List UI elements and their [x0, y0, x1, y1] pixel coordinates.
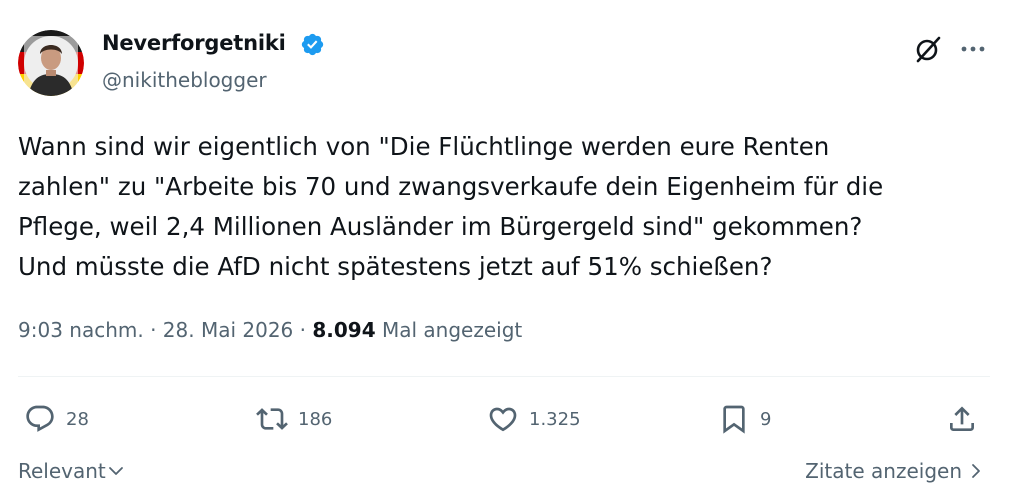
view-quotes-link[interactable]: Zitate anzeigen: [805, 459, 984, 483]
author-handle[interactable]: @nikitheblogger: [102, 68, 267, 92]
meta-separator: ·: [299, 318, 307, 342]
tweet-date[interactable]: 28. Mai 2026: [163, 318, 294, 342]
sort-dropdown[interactable]: Relevant: [18, 459, 125, 483]
verified-badge-icon[interactable]: [300, 32, 325, 57]
bookmark-button[interactable]: 9: [718, 402, 771, 436]
display-name[interactable]: Neverforgetniki: [102, 31, 286, 55]
repost-count: 186: [298, 408, 333, 430]
chevron-right-icon: [972, 464, 980, 478]
share-icon: [950, 406, 974, 431]
reply-icon: [26, 405, 54, 432]
tweet-text: Wann sind wir eigentlich von "Die Flücht…: [18, 132, 884, 281]
meta-separator: ·: [150, 318, 157, 342]
bookmark-count: 9: [760, 408, 772, 430]
repost-button[interactable]: 186: [256, 402, 332, 436]
grok-icon[interactable]: [913, 34, 943, 64]
divider: [18, 376, 990, 377]
chevron-down-icon: [108, 467, 123, 475]
like-icon: [489, 407, 517, 432]
like-button[interactable]: 1.325: [487, 402, 581, 436]
sort-label: Relevant: [18, 459, 106, 483]
bookmark-icon: [723, 405, 745, 434]
reply-count: 28: [66, 408, 89, 430]
tweet-time[interactable]: 9:03 nachm.: [18, 318, 144, 342]
tweet-meta: 9:03 nachm. · 28. Mai 2026 · 8.094 Mal a…: [18, 318, 522, 342]
like-count: 1.325: [529, 408, 581, 430]
quotes-label: Zitate anzeigen: [805, 459, 962, 483]
avatar[interactable]: [18, 30, 84, 96]
views-count: 8.094: [312, 318, 376, 342]
more-icon[interactable]: [958, 40, 988, 58]
reply-button[interactable]: 28: [24, 402, 89, 436]
views-label: Mal angezeigt: [382, 318, 523, 342]
repost-icon: [256, 408, 288, 430]
share-button[interactable]: [946, 402, 978, 436]
